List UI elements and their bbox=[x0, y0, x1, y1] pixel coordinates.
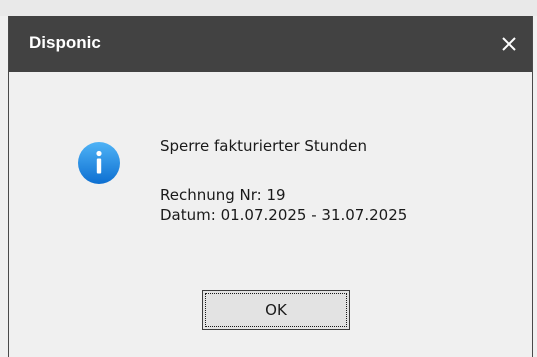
ok-button-label: OK bbox=[205, 293, 347, 327]
message-date-range: Datum: 01.07.2025 - 31.07.2025 bbox=[160, 206, 408, 224]
message-dialog: Disponic Sperre fakturierter Stunden Rec… bbox=[8, 16, 533, 357]
close-icon bbox=[502, 37, 516, 51]
close-button[interactable] bbox=[486, 16, 532, 72]
info-icon bbox=[78, 142, 120, 184]
message-title: Sperre fakturierter Stunden bbox=[160, 137, 368, 155]
message-invoice-number: Rechnung Nr: 19 bbox=[160, 186, 286, 204]
background-strip bbox=[0, 0, 537, 16]
ok-button[interactable]: OK bbox=[202, 290, 350, 330]
dialog-title: Disponic bbox=[29, 33, 101, 52]
dialog-titlebar[interactable]: Disponic bbox=[9, 16, 532, 72]
